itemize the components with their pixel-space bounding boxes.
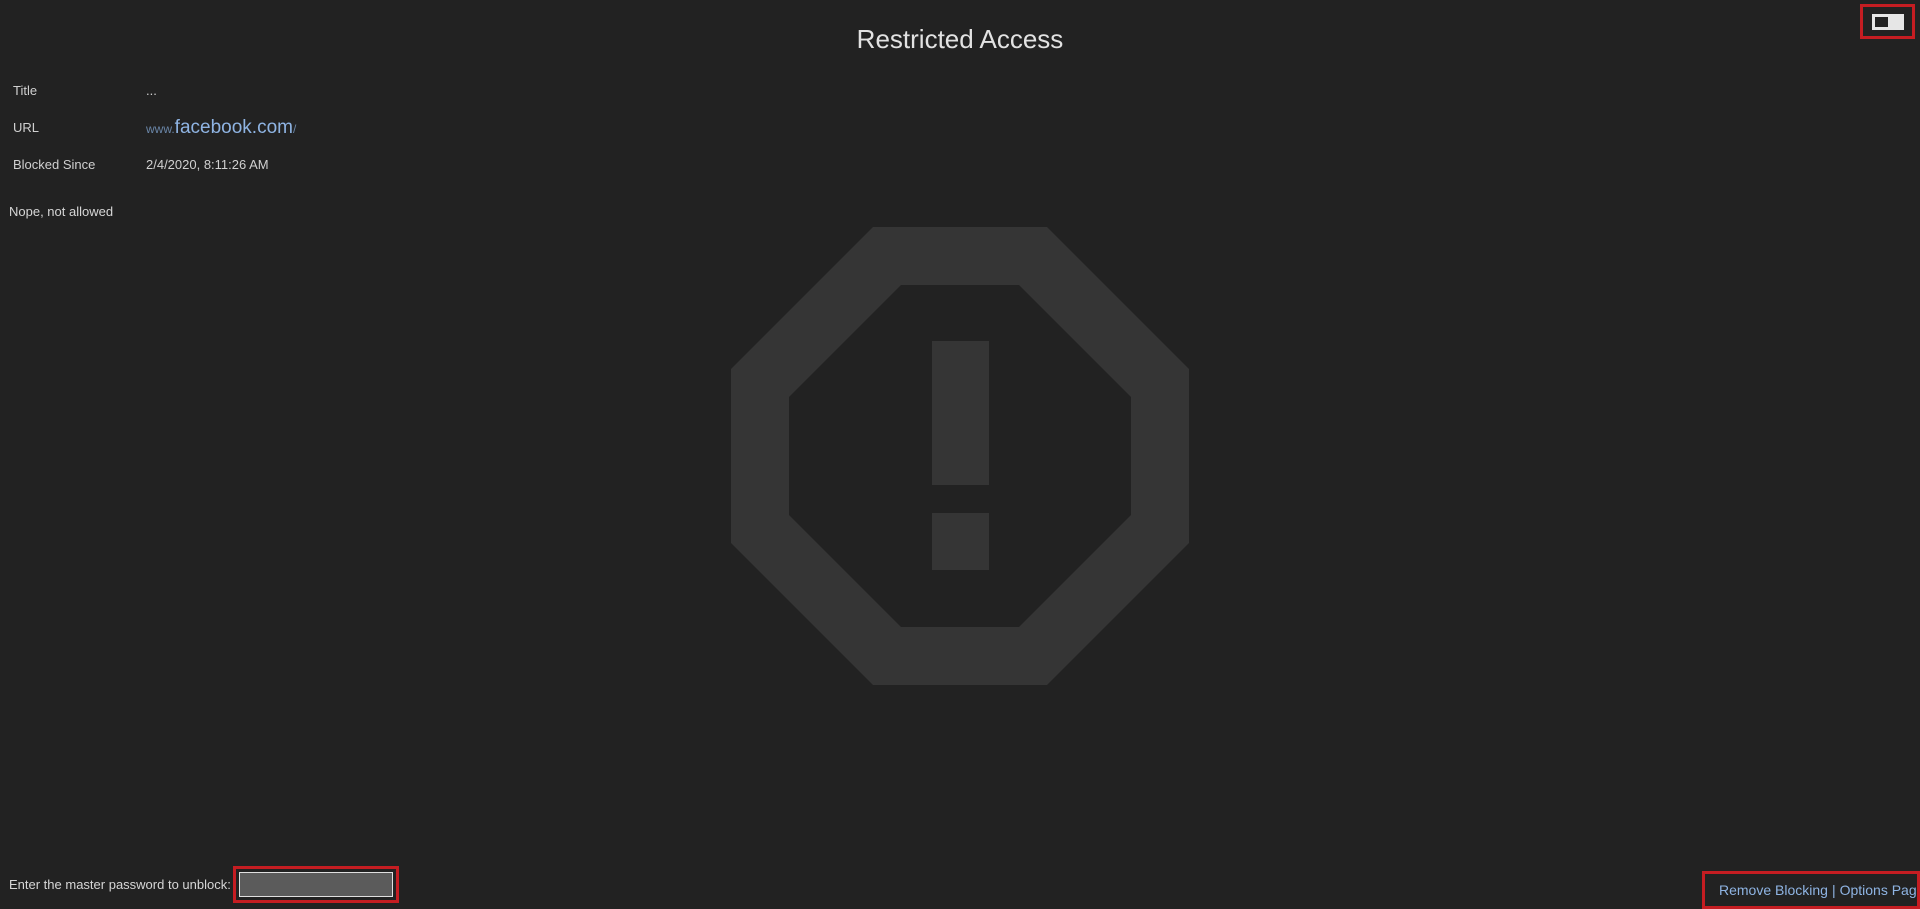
master-password-input[interactable] [238,872,393,897]
info-row-title: Title ... [6,72,296,109]
url-value: www.facebook.com/ [139,109,296,146]
blocked-page: Restricted Access Title ... URL www.face… [0,0,1920,909]
footer-links: Remove Blocking | Options Page [1702,871,1920,909]
info-row-since: Blocked Since 2/4/2020, 8:11:26 AM [6,146,296,183]
options-page-link[interactable]: Options Page [1840,882,1917,898]
password-prompt: Enter the master password to unblock: [9,877,231,892]
block-message: Nope, not allowed [9,204,114,219]
url-suffix: / [292,121,297,136]
url-prefix: www. [146,121,175,136]
title-label: Title [13,83,38,98]
theme-toggle-icon[interactable] [1871,13,1904,30]
remove-blocking-link[interactable]: Remove Blocking [1719,882,1828,898]
info-table: Title ... URL www.facebook.com/ Blocked … [6,72,296,183]
url-host: facebook.com [174,116,293,138]
link-separator: | [1831,882,1836,898]
toggle-knob [1874,16,1888,27]
blocked-since-label: Blocked Since [13,157,96,172]
theme-toggle-container [1860,4,1915,39]
blocked-since-value: 2/4/2020, 8:11:26 AM [146,157,269,172]
info-row-url: URL www.facebook.com/ [6,109,296,146]
stop-warning-icon [731,227,1189,685]
page-title: Restricted Access [856,24,1064,54]
url-label: URL [13,120,40,135]
password-field-wrapper [232,866,399,903]
unlock-form: Enter the master password to unblock: [9,866,399,903]
title-value: ... [146,83,157,98]
